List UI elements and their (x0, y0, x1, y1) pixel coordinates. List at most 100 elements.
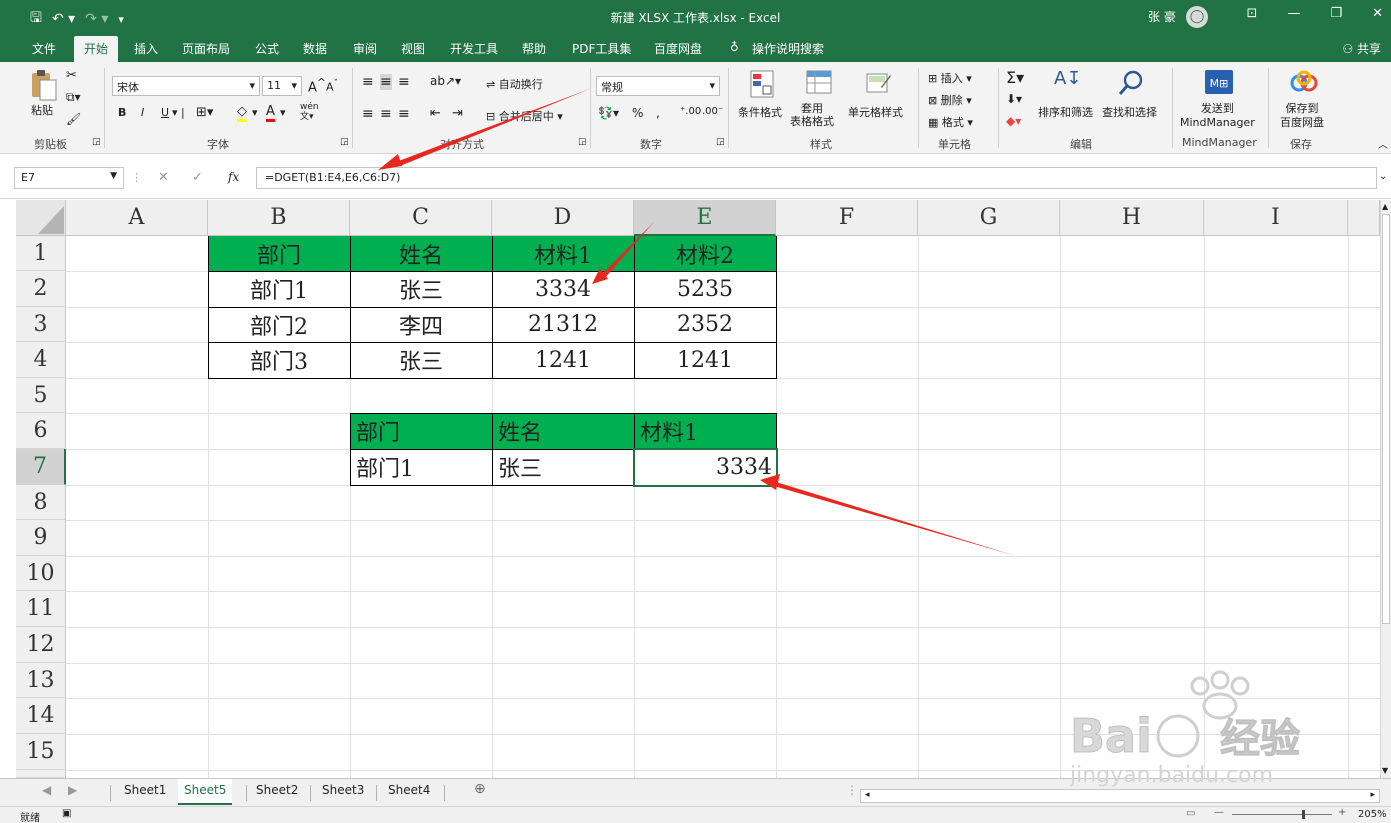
cell-c3[interactable]: 李四 (350, 307, 492, 342)
row-header-13[interactable]: 13 (16, 663, 66, 698)
column-header-f[interactable]: F (776, 200, 918, 236)
minimize-icon[interactable]: — (1287, 6, 1300, 21)
paste-label[interactable]: 粘贴 (31, 102, 53, 118)
cell-b3[interactable]: 部门2 (208, 307, 350, 342)
formula-input[interactable]: =DGET(B1:E4,E6,C6:D7) (256, 167, 1377, 189)
find-select-icon[interactable] (1118, 70, 1144, 96)
column-header-e[interactable]: E (634, 200, 776, 236)
sheet-tab-sheet5[interactable]: Sheet5 (178, 779, 233, 805)
row-header-7[interactable]: 7 (16, 449, 66, 485)
cell-c4[interactable]: 张三 (350, 342, 492, 378)
tab-data[interactable]: 数据 (303, 40, 327, 57)
wrap-text-button[interactable]: ⇌ 自动换行 (486, 76, 543, 92)
column-header-a[interactable]: A (66, 200, 208, 236)
user-avatar-icon[interactable]: ◯ (1186, 6, 1208, 28)
tell-me-search[interactable]: 操作说明搜索 (752, 40, 824, 57)
column-header-h[interactable]: H (1060, 200, 1204, 236)
font-color-dropdown-icon[interactable]: ▾ (280, 106, 286, 119)
tab-insert[interactable]: 插入 (134, 40, 158, 57)
horizontal-scrollbar[interactable]: ◂ ▸ (860, 789, 1380, 803)
enter-icon[interactable]: ✓ (192, 170, 203, 185)
cell-d2[interactable]: 3334 (492, 271, 634, 307)
name-box[interactable]: E7 ▼ (14, 167, 124, 189)
row-header-2[interactable]: 2 (16, 271, 66, 307)
sort-filter-icon[interactable]: A↧ (1054, 68, 1081, 89)
cell-e1[interactable]: 材料2 (634, 236, 776, 271)
fill-icon[interactable]: ⬇▾ (1006, 92, 1022, 106)
conditional-formatting-icon[interactable] (750, 70, 774, 98)
cell-e2[interactable]: 5235 (634, 271, 776, 307)
save-to-baidu-label[interactable]: 保存到 百度网盘 (1280, 102, 1324, 130)
row-header-11[interactable]: 11 (16, 591, 66, 627)
scroll-up-icon[interactable]: ▲ (1382, 202, 1388, 211)
restore-icon[interactable]: ❐ (1330, 6, 1342, 21)
cell-styles-label[interactable]: 单元格样式 (848, 104, 903, 120)
page-layout-view-icon[interactable]: ▭ (1186, 808, 1195, 819)
align-left-icon[interactable]: ≡ (362, 106, 374, 122)
insert-function-icon[interactable]: fx (228, 170, 239, 184)
sheet-tab-sheet3[interactable]: Sheet3 (322, 783, 364, 797)
conditional-formatting-label[interactable]: 条件格式 (738, 104, 782, 120)
tab-file[interactable]: 文件 (32, 40, 56, 57)
tab-page-layout[interactable]: 页面布局 (182, 40, 230, 57)
vertical-scroll-thumb[interactable] (1382, 214, 1390, 624)
tab-review[interactable]: 审阅 (353, 40, 377, 57)
row-header-12[interactable]: 12 (16, 627, 66, 663)
italic-button[interactable]: I (141, 106, 144, 119)
close-icon[interactable]: ✕ (1372, 6, 1383, 21)
clipboard-launcher-icon[interactable]: ◲ (92, 137, 101, 147)
tab-split-icon[interactable]: ⋮ (846, 783, 858, 797)
user-name[interactable]: 张 豪 (1148, 8, 1176, 25)
cell-b4[interactable]: 部门3 (208, 342, 350, 378)
column-header-g[interactable]: G (918, 200, 1060, 236)
column-header-d[interactable]: D (492, 200, 634, 236)
scroll-down-icon[interactable]: ▼ (1382, 766, 1388, 775)
share-button[interactable]: ⚇ 共享 (1342, 40, 1381, 57)
expand-formula-bar-icon[interactable]: ⌄ (1379, 171, 1387, 182)
format-painter-icon[interactable]: 🖌 (66, 112, 81, 126)
row-header-8[interactable]: 8 (16, 485, 66, 520)
tab-formulas[interactable]: 公式 (255, 40, 279, 57)
increase-indent-icon[interactable]: ⇥ (452, 106, 463, 121)
bold-button[interactable]: B (118, 106, 126, 119)
font-size-select[interactable]: 11 ▾ (262, 76, 302, 96)
shrink-font-icon[interactable]: Aˇ (326, 78, 338, 94)
collapse-ribbon-icon[interactable]: ︿ (1378, 136, 1388, 151)
zoom-in-icon[interactable]: + (1338, 807, 1346, 818)
new-sheet-icon[interactable]: ⊕ (474, 781, 486, 797)
column-header-b[interactable]: B (208, 200, 350, 236)
sheet-tab-sheet4[interactable]: Sheet4 (388, 783, 430, 797)
underline-dropdown-icon[interactable]: ▾ | (172, 106, 185, 119)
fill-color-dropdown-icon[interactable]: ▾ (252, 106, 258, 119)
sheet-tab-sheet2[interactable]: Sheet2 (256, 783, 298, 797)
delete-cells-button[interactable]: ⊠ 删除 ▾ (928, 92, 972, 108)
alignment-launcher-icon[interactable]: ◲ (578, 137, 587, 147)
borders-icon[interactable]: ⊞▾ (196, 105, 213, 120)
row-header-9[interactable]: 9 (16, 520, 66, 556)
cell-e4[interactable]: 1241 (634, 342, 776, 378)
baidu-netdisk-icon[interactable] (1290, 70, 1318, 94)
zoom-out-icon[interactable]: — (1214, 807, 1224, 818)
number-launcher-icon[interactable]: ◲ (716, 137, 725, 147)
format-as-table-label[interactable]: 套用 表格格式 (790, 102, 834, 128)
orientation-icon[interactable]: ab↗▾ (430, 74, 461, 88)
cell-e3[interactable]: 2352 (634, 307, 776, 342)
ribbon-display-icon[interactable]: ⊡ (1247, 6, 1258, 21)
row-header-1[interactable]: 1 (16, 236, 66, 271)
scroll-left-icon[interactable]: ◂ (865, 790, 870, 800)
format-as-table-icon[interactable] (806, 70, 832, 98)
sheet-tab-sheet1[interactable]: Sheet1 (124, 783, 166, 797)
cell-d7[interactable]: 张三 (492, 449, 634, 485)
tab-help[interactable]: 帮助 (522, 40, 546, 57)
format-cells-button[interactable]: ▦ 格式 ▾ (928, 114, 973, 130)
accounting-format-icon[interactable]: 💱▾ (598, 106, 619, 120)
cell-d6[interactable]: 姓名 (492, 413, 634, 449)
percent-style-button[interactable]: % (632, 106, 643, 120)
row-header-14[interactable]: 14 (16, 698, 66, 734)
macro-record-icon[interactable]: ▣ (62, 808, 71, 819)
row-header-6[interactable]: 6 (16, 413, 66, 449)
font-color-icon[interactable]: A (266, 104, 275, 122)
send-to-mindmanager-label[interactable]: 发送到 MindManager (1180, 102, 1255, 130)
font-launcher-icon[interactable]: ◲ (340, 137, 349, 147)
cell-d4[interactable]: 1241 (492, 342, 634, 378)
